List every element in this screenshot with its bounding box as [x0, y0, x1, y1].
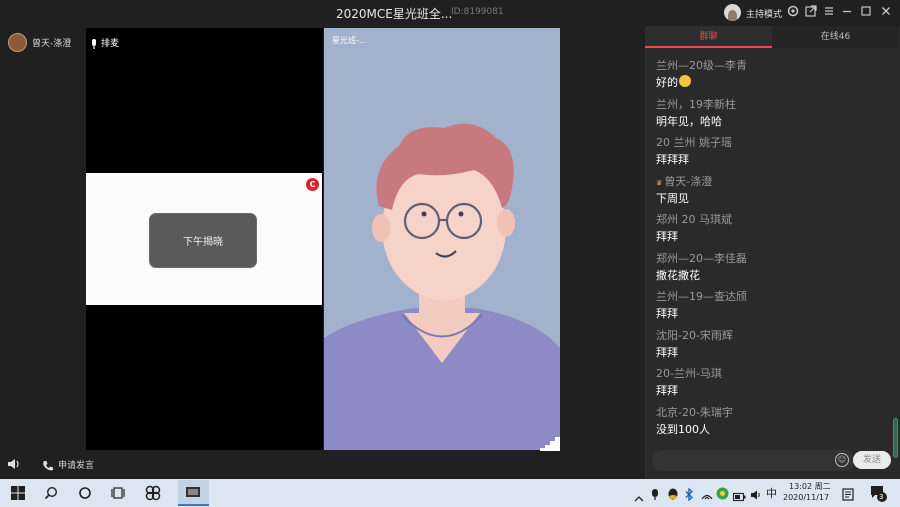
send-button[interactable]: 发送 — [853, 451, 891, 469]
app-icon[interactable] — [145, 485, 161, 505]
message-sender: ♛ 曾天-涤澄 — [656, 174, 713, 188]
user-avatar — [8, 32, 27, 52]
message-text: 撒花撒花 — [656, 268, 700, 282]
list-item: 郑州—20—李佳磊 撒花撒花 — [656, 250, 886, 289]
minimize-icon[interactable] — [839, 4, 855, 20]
message-sender: 兰州—19—查达颀 — [656, 290, 747, 303]
tab-online[interactable]: 在线46 — [772, 26, 899, 48]
reveal-button[interactable]: 下午揭晓 — [149, 213, 257, 268]
list-item: 兰州，19李新柱 明年见，哈哈 — [656, 96, 886, 135]
crown-icon: ♛ — [656, 178, 663, 187]
queue-label: 排麦 — [101, 39, 120, 49]
message-sender: 兰州—20级—李青 — [656, 59, 747, 72]
message-sender: 兰州，19李新柱 — [656, 97, 736, 111]
task-view-icon[interactable] — [111, 485, 125, 504]
current-user-chip[interactable]: 曾天-涤澄 — [8, 32, 71, 52]
notification-count: 3 — [879, 493, 884, 501]
clock-time[interactable]: 13:02 周二 — [789, 481, 831, 492]
video-stage-right — [324, 28, 560, 450]
message-sender: 20 兰州 姚子瑶 — [656, 136, 732, 149]
message-text: 明年见，哈哈 — [656, 114, 722, 128]
close-icon[interactable] — [878, 4, 894, 20]
settings-icon[interactable] — [785, 4, 801, 20]
scrollbar[interactable] — [893, 418, 898, 458]
list-item: 20 兰州 姚子瑶 拜拜拜 — [656, 134, 886, 173]
list-item: 郑州 20 马琪斌 拜拜 — [656, 211, 886, 250]
list-item: 兰州—19—查达颀 拜拜 — [656, 288, 886, 327]
message-text: 没到100人 — [656, 422, 710, 436]
list-item: 北京-20-朱瑞宇 没到100人 — [656, 404, 886, 443]
notes-icon[interactable] — [842, 486, 854, 505]
list-item: ♛ 曾天-涤澄 下周见 — [656, 173, 886, 212]
list-item: 沈阳-20-宋雨辉 拜拜 — [656, 327, 886, 366]
message-list: 兰州—20级—李青 好的 兰州，19李新柱 明年见，哈哈 20 兰州 姚子瑶 拜… — [656, 57, 886, 442]
taskbar — [0, 479, 900, 507]
message-text: 好的 — [656, 74, 886, 92]
list-item: 兰州—20级—李青 好的 — [656, 57, 886, 96]
host-mode-label[interactable]: 主持模式 — [746, 7, 782, 20]
mic-icon — [90, 35, 98, 49]
app-window: 2020MCE星光班全... ID:8199081 主持模式 曾天-涤澄 排麦 … — [0, 0, 900, 479]
green-app-icon[interactable] — [716, 485, 729, 504]
message-text: 拜拜 — [656, 230, 678, 243]
user-name: 曾天-涤澄 — [32, 38, 72, 49]
list-item: 20-兰州-马琪 拜拜 — [656, 365, 886, 404]
clock-date[interactable]: 2020/11/17 — [783, 493, 829, 502]
message-text: 拜拜 — [656, 307, 678, 320]
active-app-button[interactable] — [178, 480, 209, 506]
message-text: 拜拜拜 — [656, 153, 689, 166]
volume-icon[interactable] — [750, 486, 762, 505]
message-text: 下周见 — [656, 191, 689, 205]
smiley-icon — [679, 75, 691, 87]
ime-indicator[interactable]: 中 — [766, 485, 777, 501]
phone-icon[interactable] — [42, 457, 54, 471]
message-sender: 郑州 20 马琪斌 — [656, 213, 732, 226]
windows-start-icon[interactable] — [11, 485, 25, 504]
message-sender: 郑州—20—李佳磊 — [656, 251, 747, 265]
emoji-picker-icon[interactable]: ☺ — [835, 453, 849, 467]
avatar-illustration — [324, 123, 560, 450]
mic-tray-icon[interactable] — [651, 486, 659, 505]
qq-icon[interactable] — [667, 486, 679, 505]
chevron-up-icon[interactable] — [634, 488, 644, 507]
room-id: ID:8199081 — [451, 7, 504, 17]
brand-badge-icon: C — [306, 178, 319, 191]
video-label: 星光班-... — [332, 36, 367, 45]
tab-group-chat[interactable]: 群聊 — [645, 26, 772, 48]
message-sender: 沈阳-20-宋雨辉 — [656, 328, 733, 342]
message-text: 拜拜 — [656, 384, 678, 397]
request-speak-button[interactable]: 申请发言 — [58, 458, 94, 471]
speaker-icon[interactable] — [7, 456, 21, 470]
resize-handle-icon[interactable] — [535, 436, 560, 455]
search-icon[interactable] — [44, 485, 58, 504]
maximize-icon[interactable] — [858, 4, 874, 20]
host-avatar[interactable] — [724, 4, 741, 21]
message-sender: 北京-20-朱瑞宇 — [656, 405, 733, 419]
bluetooth-icon[interactable] — [684, 486, 694, 505]
message-sender: 20-兰州-马琪 — [656, 367, 722, 380]
menu-icon[interactable] — [821, 4, 837, 20]
chat-input[interactable] — [652, 450, 854, 471]
window-title: 2020MCE星光班全... — [336, 7, 453, 21]
battery-icon[interactable] — [732, 487, 746, 506]
network-icon[interactable] — [701, 486, 713, 505]
popout-icon[interactable] — [803, 4, 819, 20]
cortana-icon[interactable] — [78, 485, 92, 504]
message-text: 拜拜 — [656, 345, 678, 359]
